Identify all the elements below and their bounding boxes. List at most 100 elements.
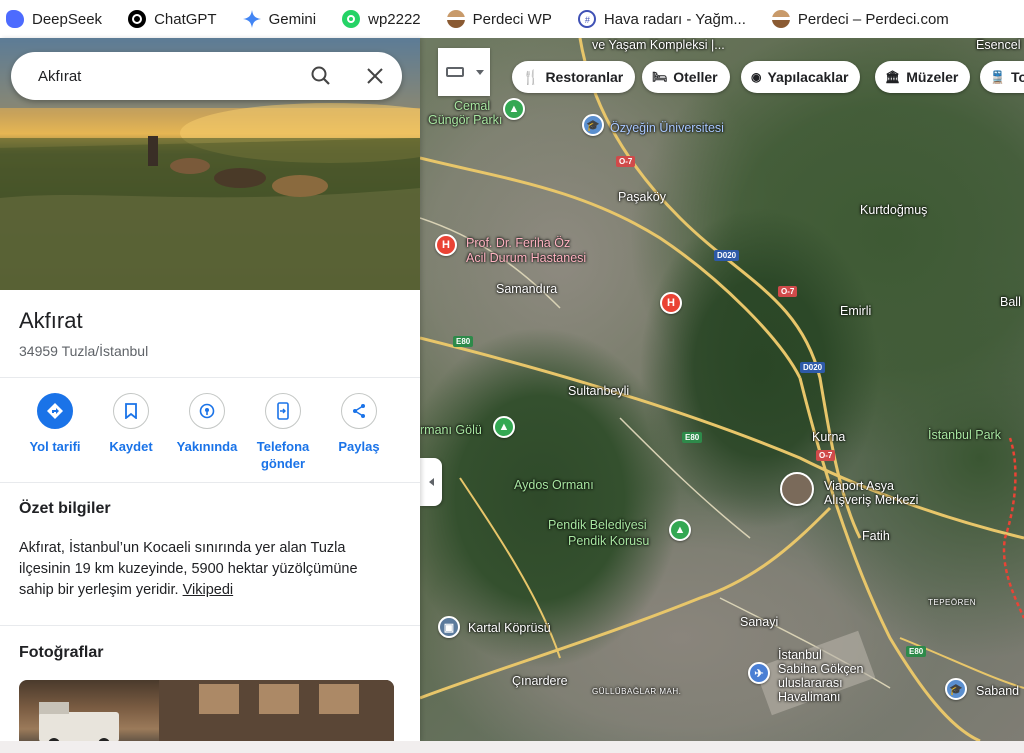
hospital-pin[interactable]: H — [435, 234, 457, 256]
chip-museums[interactable]: 🏛 Müzeler — [875, 61, 971, 93]
map-label: Paşaköy — [618, 190, 666, 204]
save-button[interactable]: Kaydet — [91, 393, 171, 455]
park-pin[interactable]: ▲ — [669, 519, 691, 541]
road-shield: E80 — [682, 432, 703, 443]
share-icon — [341, 393, 377, 429]
place-address: 34959 Tuzla/İstanbul — [19, 343, 149, 359]
map-canvas[interactable]: 🍴 Restoranlar 🛏 Oteller ◉ Yapılacaklar 🏛… — [420, 38, 1024, 741]
park-pin[interactable]: ▲ — [503, 98, 525, 120]
action-label: Yol tarifi — [29, 439, 81, 454]
bookmark-label: wp2222 — [368, 10, 421, 28]
nearby-button[interactable]: Yakınında — [167, 393, 247, 455]
bookmark-label: Perdeci WP — [472, 10, 552, 28]
map-label: TEPEÖREN — [928, 598, 977, 607]
collapse-panel-button[interactable] — [420, 458, 442, 506]
chip-things-to-do[interactable]: ◉ Yapılacaklar — [741, 61, 861, 93]
map-label: Güngör Parkı — [428, 113, 503, 127]
restaurant-icon: 🍴 — [522, 68, 540, 85]
map-label: Saband — [976, 684, 1020, 698]
place-title: Akfırat — [19, 308, 83, 333]
action-label: Yakınında — [176, 439, 238, 454]
map-label: Ball — [1000, 295, 1021, 309]
map-label: uluslararası — [778, 676, 843, 690]
divider — [0, 377, 420, 378]
keyboard-icon — [446, 67, 464, 77]
chip-label: To — [1010, 69, 1024, 85]
university-pin[interactable]: 🎓 — [945, 678, 967, 700]
transit-pin[interactable]: ▣ — [438, 616, 460, 638]
museum-icon: 🏛 — [885, 70, 901, 84]
send-to-phone-button[interactable]: Telefona gönder — [243, 393, 323, 472]
chip-hotels[interactable]: 🛏 Oteller — [642, 61, 730, 93]
map-label: İstanbul — [778, 648, 822, 662]
place-hero-photo[interactable] — [0, 38, 420, 290]
road-shield: D020 — [714, 250, 740, 261]
shopping-mall-pin[interactable] — [780, 472, 814, 506]
chip-label: Restoranlar — [545, 69, 624, 85]
send-to-phone-icon — [265, 393, 301, 429]
road-shield: O-7 — [616, 156, 636, 167]
map-label: Alışveriş Merkezi — [824, 493, 919, 507]
bookmark-gemini[interactable]: Gemini — [242, 10, 316, 28]
map-label: Sanayi — [740, 615, 779, 629]
action-bar: Yol tarifi Kaydet Yakınında Telefona gön… — [0, 393, 420, 481]
map-label: Kartal Köprüsü — [468, 621, 551, 635]
search-icon[interactable] — [309, 64, 333, 88]
map-label: Pendik Korusu — [568, 534, 650, 548]
map-label: Esencel — [976, 38, 1021, 52]
map-roads — [420, 38, 1024, 741]
bookmark-hava-radari[interactable]: # Hava radarı - Yağm... — [577, 10, 746, 28]
chip-label: Oteller — [673, 69, 718, 85]
place-photo-thumbnail[interactable] — [19, 680, 394, 741]
bookmark-chatgpt[interactable]: ChatGPT — [128, 10, 217, 28]
hospital-pin[interactable]: H — [660, 292, 682, 314]
bookmark-label: DeepSeek — [32, 10, 103, 28]
chevron-down-icon — [476, 69, 484, 75]
map-label: Kurna — [812, 430, 846, 444]
bookmark-perdeci-wp[interactable]: Perdeci WP — [446, 10, 552, 28]
bookmark-label: Perdeci – Perdeci.com — [797, 10, 949, 28]
keyboard-shortcuts-button[interactable] — [438, 48, 490, 96]
map-label: Emirli — [840, 304, 872, 318]
place-panel: Akfırat 34959 Tuzla/İstanbul Yol tarifi … — [0, 38, 420, 741]
chip-restaurants[interactable]: 🍴 Restoranlar — [512, 61, 636, 93]
bookmark-label: ChatGPT — [154, 10, 217, 28]
road-shield: D020 — [800, 362, 826, 373]
road-shield: O-7 — [816, 450, 836, 461]
directions-button[interactable]: Yol tarifi — [15, 393, 95, 455]
perdeci-icon — [446, 10, 465, 28]
photos-title: Fotoğraflar — [19, 644, 104, 661]
directions-icon — [37, 393, 73, 429]
map-label: rmanı Gölü — [420, 423, 482, 437]
search-input[interactable] — [36, 66, 290, 86]
summary-text-block: Akfırat, İstanbul’un Kocaeli sınırında y… — [19, 538, 389, 601]
close-icon[interactable] — [363, 64, 387, 88]
park-pin[interactable]: ▲ — [493, 416, 515, 438]
gemini-icon — [242, 10, 261, 28]
map-label: Sultanbeyli — [568, 384, 630, 398]
wikipedia-link[interactable]: Vikipedi — [183, 582, 234, 598]
map-label: Fatih — [862, 529, 890, 543]
share-button[interactable]: Paylaş — [319, 393, 399, 455]
camera-icon: ◉ — [751, 70, 762, 84]
chevron-left-icon — [428, 478, 434, 486]
map-label: Prof. Dr. Feriha Öz — [466, 236, 571, 250]
bookmark-icon — [113, 393, 149, 429]
airport-pin[interactable]: ✈ — [748, 662, 770, 684]
map-label: Aydos Ormanı — [514, 478, 594, 492]
map-label: Viaport Asya — [824, 479, 894, 493]
action-label: Paylaş — [338, 439, 380, 454]
bookmark-perdeci-com[interactable]: Perdeci – Perdeci.com — [771, 10, 949, 28]
chip-transit[interactable]: 🚆 To — [980, 61, 1024, 93]
university-pin[interactable]: 🎓 — [582, 114, 604, 136]
bookmark-wp2222[interactable]: wp2222 — [342, 10, 421, 28]
map-label: İstanbul Park — [928, 428, 1001, 442]
action-label: Telefona gönder — [256, 439, 310, 471]
map-label: Özyeğin Üniversitesi — [610, 121, 724, 135]
summary-title: Özet bilgiler — [19, 500, 111, 517]
chip-label: Yapılacaklar — [767, 69, 849, 85]
map-label: Cemal — [454, 99, 491, 113]
transit-icon: 🚆 — [990, 70, 1005, 84]
bookmark-deepseek[interactable]: DeepSeek — [6, 10, 102, 28]
search-box[interactable] — [11, 52, 402, 100]
